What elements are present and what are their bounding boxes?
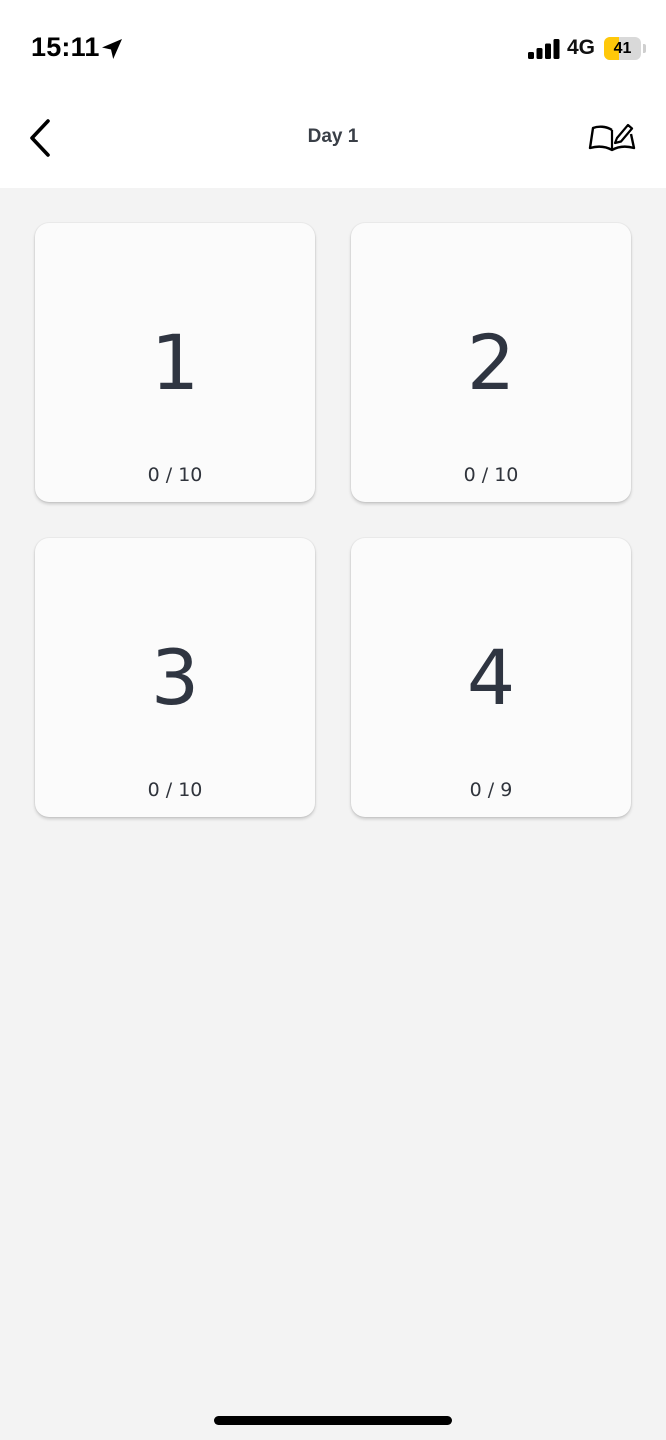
location-arrow-icon <box>102 39 122 59</box>
card-number: 1 <box>150 318 200 407</box>
notebook-button[interactable] <box>584 116 640 160</box>
battery-tip <box>643 44 646 53</box>
card-2[interactable]: 2 0 / 10 <box>351 223 631 502</box>
card-1[interactable]: 1 0 / 10 <box>35 223 315 502</box>
card-number: 3 <box>150 633 200 722</box>
card-3[interactable]: 3 0 / 10 <box>35 538 315 817</box>
network-type: 4G <box>567 36 596 59</box>
card-4[interactable]: 4 0 / 9 <box>351 538 631 817</box>
battery-level: 41 <box>613 40 632 57</box>
home-indicator <box>214 1416 452 1425</box>
page-title: Day 1 <box>307 126 359 147</box>
open-book-pencil-icon <box>588 123 636 152</box>
card-progress: 0 / 9 <box>469 779 513 801</box>
card-number: 4 <box>466 633 516 722</box>
status-bar: 15:11 4G 41 <box>0 0 666 96</box>
card-progress: 0 / 10 <box>147 779 203 801</box>
header-area: 15:11 4G 41 Day 1 <box>0 0 666 188</box>
card-progress: 0 / 10 <box>147 464 203 486</box>
status-time: 15:11 <box>31 32 100 62</box>
battery-indicator: 41 <box>604 37 641 60</box>
cellular-signal-icon <box>528 39 560 59</box>
card-progress: 0 / 10 <box>463 464 519 486</box>
card-number: 2 <box>466 318 516 407</box>
